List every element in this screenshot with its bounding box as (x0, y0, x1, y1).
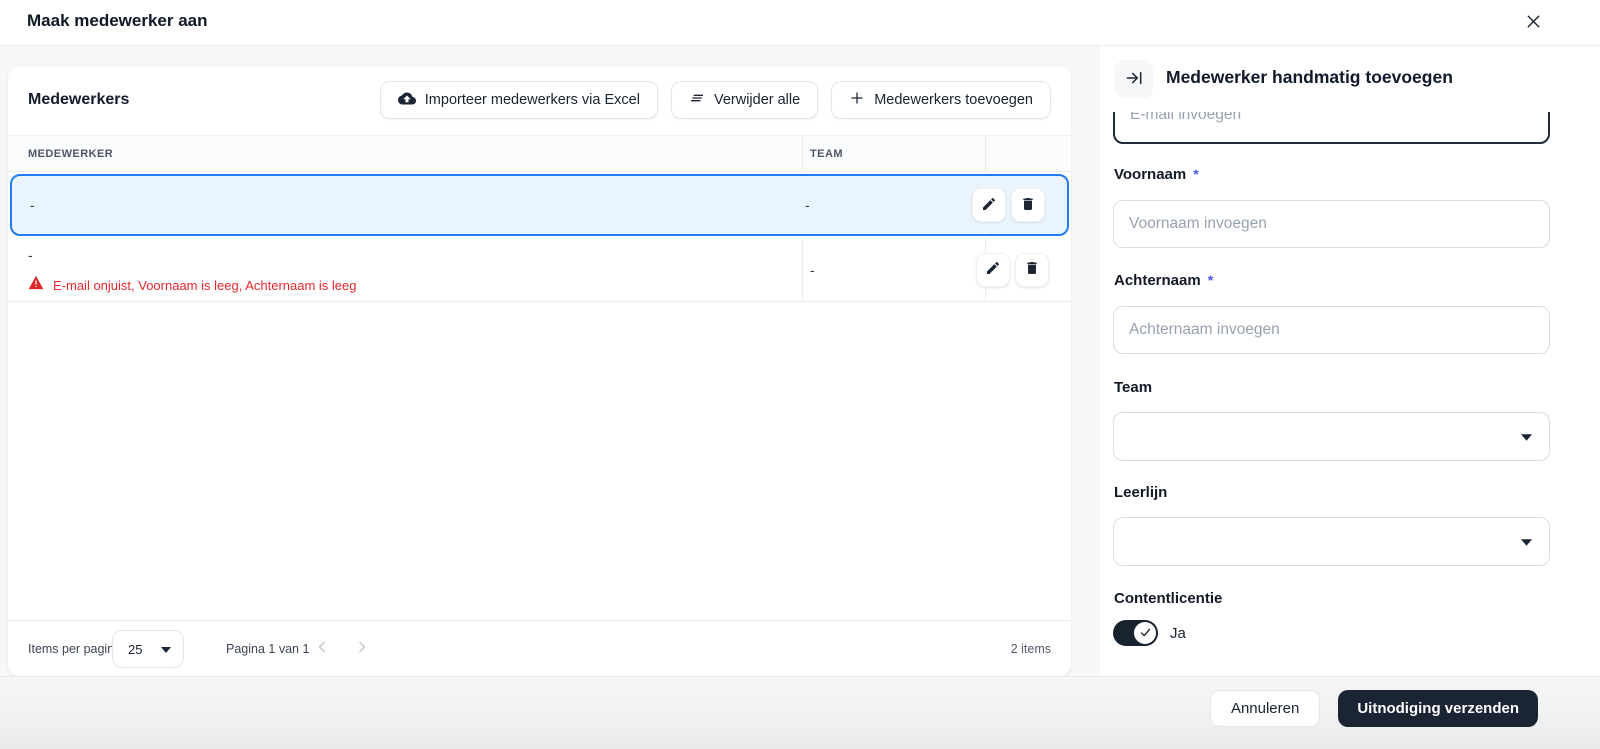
last-name-label-text: Achternaam (1114, 272, 1201, 289)
column-header-medewerker: MEDEWERKER (8, 136, 803, 171)
content-license-value: Ja (1170, 624, 1186, 642)
total-items-count: 2 items (1010, 641, 1051, 656)
close-icon (1524, 12, 1543, 34)
table-header: MEDEWERKER TEAM (8, 135, 1071, 172)
employees-card-actions: Importeer medewerkers via Excel Verwijde… (379, 81, 1051, 119)
content-license-toggle[interactable] (1113, 620, 1158, 646)
items-per-page-value: 25 (128, 641, 143, 657)
row1-team-value: - (805, 197, 810, 213)
pencil-icon (981, 196, 997, 215)
last-name-label: Achternaam * (1114, 272, 1213, 289)
panel-title: Medewerker handmatig toevoegen (1166, 67, 1453, 87)
import-excel-label: Importeer medewerkers via Excel (424, 92, 640, 108)
chevron-down-icon (1521, 533, 1532, 551)
clear-all-icon (689, 90, 705, 110)
modal-header: Maak medewerker aan (0, 0, 1600, 46)
row2-actions (976, 252, 1049, 287)
toggle-knob (1134, 622, 1156, 644)
employees-card-title: Medewerkers (28, 91, 130, 108)
panel-header: Medewerker handmatig toevoegen (1100, 46, 1600, 112)
row1-delete-button[interactable] (1011, 188, 1045, 222)
send-invitation-button[interactable]: Uitnodiging verzenden (1338, 690, 1538, 727)
last-name-field[interactable] (1113, 306, 1550, 354)
row1-edit-button[interactable] (972, 188, 1006, 222)
next-page-button[interactable] (348, 635, 376, 663)
checkmark-icon (1140, 624, 1151, 642)
arrow-to-bar-icon (1124, 68, 1144, 91)
manual-add-panel: Medewerker handmatig toevoegen Voornaam *… (1100, 46, 1600, 676)
chevron-down-icon (161, 640, 171, 658)
modal-footer: Annuleren Uitnodiging verzenden (0, 676, 1600, 749)
create-employee-modal: Maak medewerker aan Medewerkers Importee… (0, 0, 1600, 749)
row1-employee-value: - (30, 197, 35, 213)
table-row-selected[interactable]: - - (10, 174, 1069, 236)
row2-team-value: - (810, 261, 815, 278)
chevron-down-icon (1521, 428, 1532, 446)
required-asterisk: * (1207, 272, 1214, 288)
employees-card: Medewerkers Importeer medewerkers via Ex… (8, 66, 1071, 676)
row1-actions (972, 188, 1045, 222)
row2-employee-value: - (28, 247, 33, 263)
learning-line-select[interactable] (1113, 517, 1550, 566)
warning-icon (28, 275, 44, 295)
add-employees-button[interactable]: Medewerkers toevoegen (831, 81, 1051, 119)
items-per-page-label: Items per pagina (28, 641, 122, 656)
page-info: Pagina 1 van 1 (226, 641, 310, 656)
previous-page-button[interactable] (308, 635, 336, 663)
chevron-right-icon (354, 639, 370, 658)
cloud-upload-icon (397, 91, 416, 110)
row2-delete-button[interactable] (1015, 252, 1049, 287)
content-license-row: Ja (1113, 620, 1186, 646)
team-label: Team (1114, 379, 1153, 396)
team-select[interactable] (1113, 412, 1550, 461)
pencil-icon (985, 260, 1001, 279)
learning-line-label: Leerlijn (1114, 484, 1168, 501)
required-asterisk: * (1193, 166, 1199, 182)
trash-icon (1024, 260, 1040, 279)
first-name-label: Voornaam * (1114, 166, 1199, 183)
first-name-label-text: Voornaam (1114, 166, 1187, 183)
close-button[interactable] (1517, 6, 1550, 39)
column-header-team: TEAM (803, 136, 986, 171)
collapse-panel-button[interactable] (1115, 60, 1153, 98)
row2-employee-cell: - E-mail onjuist, Voornaam is leeg, Acht… (8, 238, 803, 301)
plus-icon (849, 90, 865, 110)
content-license-label: Contentlicentie (1114, 590, 1223, 607)
add-employees-label: Medewerkers toevoegen (874, 92, 1033, 108)
row2-edit-button[interactable] (976, 252, 1010, 287)
pagination-bar: Items per pagina 25 Pagina 1 van 1 2 ite… (8, 620, 1071, 676)
trash-icon (1020, 196, 1036, 215)
footer-actions: Annuleren Uitnodiging verzenden (1209, 690, 1538, 727)
row2-error-text: E-mail onjuist, Voornaam is leeg, Achter… (53, 277, 357, 293)
delete-all-label: Verwijder alle (713, 92, 801, 108)
chevron-left-icon (314, 639, 330, 658)
cancel-button[interactable]: Annuleren (1209, 690, 1321, 727)
delete-all-button[interactable]: Verwijder alle (670, 81, 819, 119)
items-per-page-select[interactable]: 25 (112, 630, 184, 668)
row2-error-line: E-mail onjuist, Voornaam is leeg, Achter… (28, 275, 357, 295)
row2-team-cell: - (803, 238, 986, 301)
import-excel-button[interactable]: Importeer medewerkers via Excel (379, 81, 658, 119)
first-name-field[interactable] (1113, 200, 1550, 248)
modal-title: Maak medewerker aan (27, 11, 208, 30)
table-row-error[interactable]: - E-mail onjuist, Voornaam is leeg, Acht… (8, 238, 1071, 302)
